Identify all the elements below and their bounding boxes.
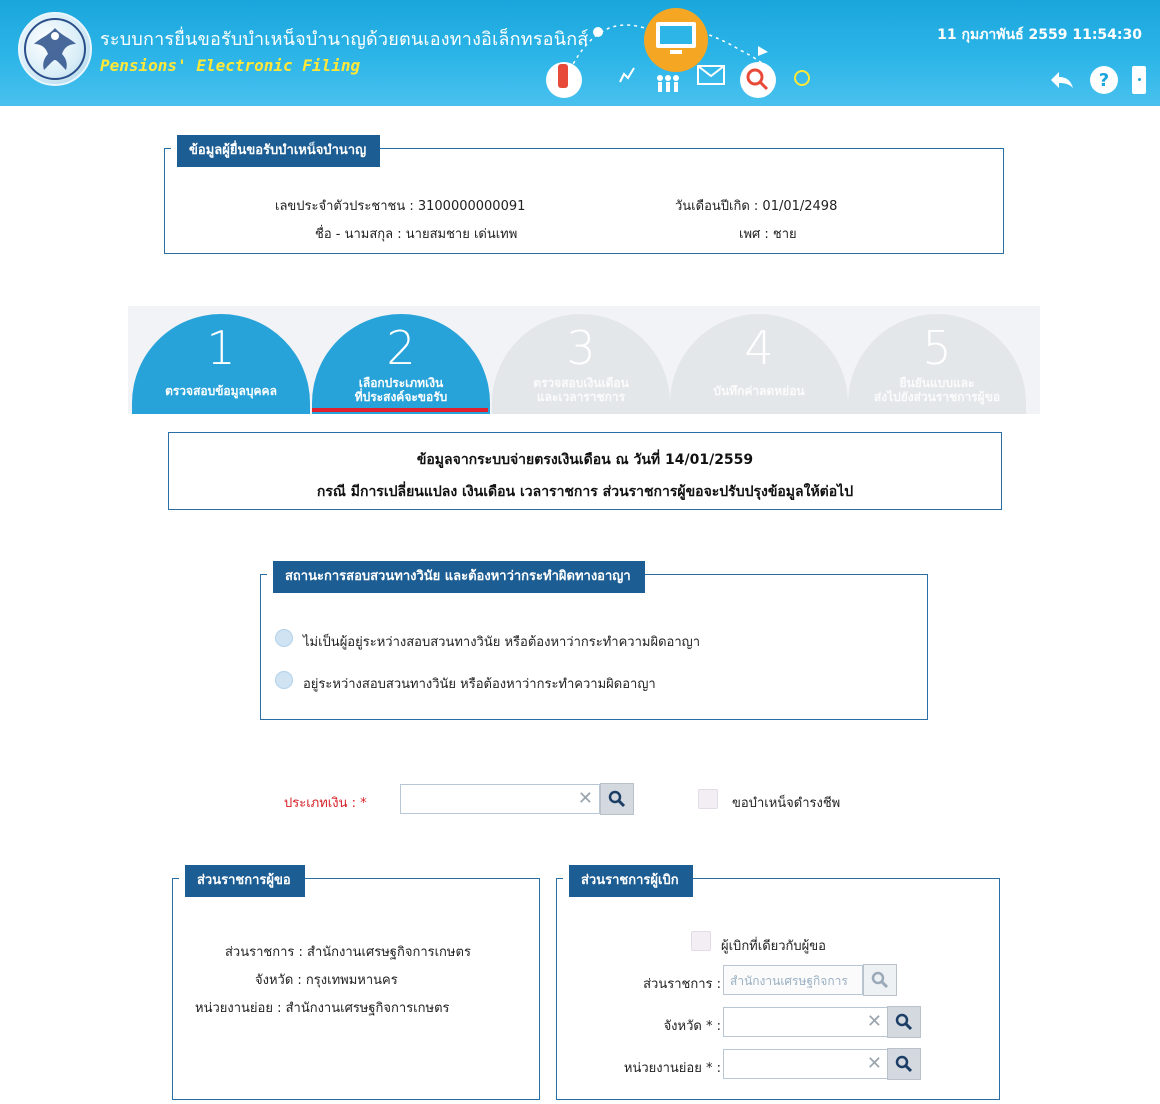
investigation-status-panel: สถานะการสอบสวนทางวินัย และต้องหาว่ากระทำ… — [260, 561, 928, 720]
header-illustration — [546, 8, 810, 98]
payroll-info-box: ข้อมูลจากระบบจ่ายตรงเงินเดือน ณ วันที่ 1… — [168, 432, 1002, 510]
step-4-tab[interactable]: 4 บันทึกค่าลดหย่อน — [670, 314, 848, 414]
disbursing-agency-search-button — [863, 964, 897, 996]
disbursing-province-search-button[interactable] — [887, 1006, 921, 1038]
requesting-agency-text: ส่วนราชการ : สำนักงานเศรษฐกิจการเกษตร — [225, 945, 471, 960]
back-icon[interactable] — [1048, 66, 1076, 94]
garuda-emblem-icon — [24, 18, 86, 80]
disbursing-province-label: จังหวัด * : — [663, 1019, 721, 1034]
full-name-text: ชื่อ - นามสกุล : นายสมชาย เด่นเทพ — [315, 227, 518, 242]
header-actions: ? — [1048, 66, 1146, 94]
survival-pension-checkbox[interactable] — [698, 789, 718, 809]
disbursing-unit-label: หน่วยงานย่อย * : — [623, 1061, 721, 1076]
money-type-label: ประเภทเงิน : * — [284, 796, 367, 811]
disbursing-province-input[interactable]: ✕ — [723, 1007, 889, 1037]
survival-pension-label: ขอบำเหน็จดำรงชีพ — [732, 796, 841, 811]
money-type-input[interactable]: ✕ — [400, 784, 600, 814]
disbursing-agency-label: ส่วนราชการ : — [643, 977, 721, 992]
disbursing-agency-input: สำนักงานเศรษฐกิจการ — [723, 965, 863, 995]
applicant-info-panel: ข้อมูลผู้ยื่นขอรับบำเหน็จบำนาญ เลขประจำต… — [164, 135, 1004, 254]
step-3-tab[interactable]: 3 ตรวจสอบเงินเดือน และเวลาราชการ — [492, 314, 670, 414]
search-icon — [608, 790, 626, 808]
search-icon — [895, 1055, 913, 1073]
clear-icon[interactable]: ✕ — [578, 790, 593, 808]
sex-text: เพศ : ชาย — [739, 227, 797, 242]
disbursing-agency-panel: ส่วนราชการผู้เบิก ผู้เบิกที่เดียวกับผู้ข… — [556, 865, 1000, 1100]
current-step-indicator — [312, 408, 488, 412]
investigation-status-legend: สถานะการสอบสวนทางวินัย และต้องหาว่ากระทำ… — [267, 561, 645, 593]
birthdate-text: วันเดือนปีเกิด : 01/01/2498 — [675, 199, 838, 214]
clear-icon[interactable]: ✕ — [867, 1013, 882, 1031]
under-investigation-label[interactable]: อยู่ระหว่างสอบสวนทางวินัย หรือต้องหาว่าก… — [303, 673, 656, 694]
app-title-english: Pensions' Electronic Filing — [100, 56, 361, 75]
same-as-requester-label: ผู้เบิกที่เดียวกับผู้ขอ — [721, 939, 826, 954]
step-5-tab[interactable]: 5 ยืนยันแบบและ ส่งไปยังส่วนราชการผู้ขอ — [848, 314, 1026, 414]
app-header: ระบบการยื่นขอรับบำเหน็จบำนาญด้วยตนเองทาง… — [0, 0, 1160, 106]
logout-icon[interactable] — [1132, 66, 1146, 94]
disbursing-agency-legend: ส่วนราชการผู้เบิก — [563, 865, 693, 897]
wizard-steps: 1 ตรวจสอบข้อมูลบุคคล 2 เลือกประเภทเงิน ท… — [128, 306, 1040, 414]
requesting-agency-legend: ส่วนราชการผู้ขอ — [179, 865, 305, 897]
app-title-thai: ระบบการยื่นขอรับบำเหน็จบำนาญด้วยตนเองทาง… — [100, 29, 589, 50]
requesting-unit-text: หน่วยงานย่อย : สำนักงานเศรษฐกิจการเกษตร — [195, 1001, 450, 1016]
not-under-investigation-radio[interactable] — [275, 629, 293, 647]
search-icon — [871, 971, 889, 989]
applicant-info-legend: ข้อมูลผู้ยื่นขอรับบำเหน็จบำนาญ — [171, 135, 381, 167]
ministry-logo — [18, 12, 92, 86]
wizard-panel: 1 ตรวจสอบข้อมูลบุคคล 2 เลือกประเภทเงิน ท… — [128, 306, 1040, 1104]
not-under-investigation-label[interactable]: ไม่เป็นผู้อยู่ระหว่างสอบสวนทางวินัย หรือ… — [303, 631, 700, 652]
search-icon — [895, 1013, 913, 1031]
payroll-note-text: กรณี มีการเปลี่ยนแปลง เงินเดือน เวลาราชก… — [316, 484, 854, 500]
current-datetime: 11 กุมภาพันธ์ 2559 11:54:30 — [937, 27, 1142, 43]
disbursing-unit-search-button[interactable] — [887, 1048, 921, 1080]
disbursing-unit-input[interactable]: ✕ — [723, 1049, 889, 1079]
requesting-agency-panel: ส่วนราชการผู้ขอ ส่วนราชการ : สำนักงานเศร… — [172, 865, 540, 1100]
citizen-id-text: เลขประจำตัวประชาชน : 3100000000091 — [275, 199, 526, 214]
step-2-tab[interactable]: 2 เลือกประเภทเงิน ที่ประสงค์จะขอรับ — [312, 314, 490, 414]
step-1-tab[interactable]: 1 ตรวจสอบข้อมูลบุคคล — [132, 314, 310, 414]
clear-icon[interactable]: ✕ — [867, 1055, 882, 1073]
requesting-province-text: จังหวัด : กรุงเทพมหานคร — [255, 973, 398, 988]
same-as-requester-checkbox[interactable] — [691, 931, 711, 951]
step-content: ข้อมูลจากระบบจ่ายตรงเงินเดือน ณ วันที่ 1… — [128, 414, 1040, 1104]
money-type-search-button[interactable] — [600, 783, 634, 815]
payroll-date-text: ข้อมูลจากระบบจ่ายตรงเงินเดือน ณ วันที่ 1… — [416, 452, 754, 468]
under-investigation-radio[interactable] — [275, 671, 293, 689]
help-icon[interactable]: ? — [1090, 66, 1118, 94]
